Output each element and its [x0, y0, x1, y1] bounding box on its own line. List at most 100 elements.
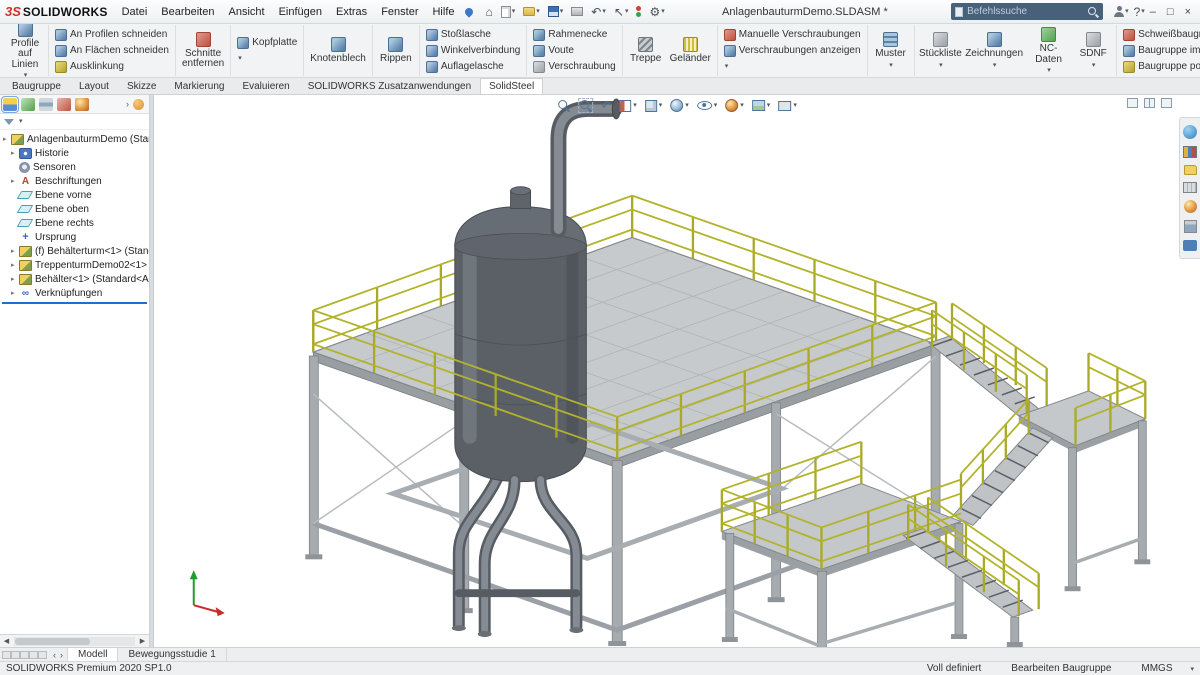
search-icon[interactable] — [1087, 6, 1099, 18]
menu-extras[interactable]: Extras — [329, 3, 374, 21]
view-palette-icon[interactable] — [1183, 182, 1197, 193]
tab-nav-prev-icon[interactable]: ‹ — [53, 650, 56, 660]
view-settings-button[interactable]: ▾ — [778, 101, 797, 111]
sdnf-button[interactable]: SDNF ▾ — [1074, 26, 1112, 75]
menu-ansicht[interactable]: Ansicht — [221, 3, 271, 21]
design-library-icon[interactable] — [1183, 146, 1197, 158]
close-button[interactable]: × — [1185, 6, 1191, 18]
menu-bearbeiten[interactable]: Bearbeiten — [154, 3, 221, 21]
ribs-button[interactable]: Rippen — [377, 26, 415, 75]
command-search[interactable] — [951, 3, 1103, 20]
options-button[interactable]: ⚙▾ — [647, 5, 666, 19]
bom-button[interactable]: Stückliste ▾ — [919, 26, 963, 75]
tab-layout[interactable]: Layout — [70, 78, 118, 94]
print-button[interactable] — [569, 6, 585, 17]
tree-item-ursprung[interactable]: +Ursprung — [0, 230, 149, 244]
tab-skizze[interactable]: Skizze — [118, 78, 165, 94]
graphics-viewport[interactable]: ↶ ▾ ▾ ▾ ▾ ▾ ▾ ▾ — [154, 95, 1200, 647]
forum-icon[interactable] — [1183, 240, 1197, 251]
pattern-button[interactable]: Muster ▾ — [872, 26, 910, 75]
expand-icon[interactable]: ▸ — [11, 177, 19, 185]
display-style-button[interactable]: ▾ — [670, 99, 689, 112]
tree-item-historie[interactable]: ▸Historie — [0, 146, 149, 160]
import-assembly-button[interactable]: Baugruppe importieren — [1121, 43, 1200, 59]
view-orientation-button[interactable]: ▾ — [645, 100, 663, 112]
tree-item-treppenturm[interactable]: ▸TreppenturmDemo02<1> (Standa — [0, 258, 149, 272]
remove-cuts-button[interactable]: Schnitte entfernen — [180, 26, 226, 75]
rebuild-button[interactable] — [634, 5, 643, 18]
scroll-right-icon[interactable]: ▶ — [136, 637, 149, 645]
weld-assemblies-button[interactable]: Schweißbaugruppen — [1121, 27, 1200, 43]
select-button[interactable]: ↖▾ — [612, 5, 631, 19]
apply-scene-button[interactable]: ▾ — [752, 100, 771, 111]
scrollbar-track[interactable] — [14, 637, 135, 646]
menu-hilfe[interactable]: Hilfe — [425, 3, 461, 21]
expand-icon[interactable]: ▸ — [11, 275, 19, 283]
scrollbar-thumb[interactable] — [15, 638, 90, 645]
panel-extra-tab-icon[interactable] — [133, 99, 144, 110]
nc-data-button[interactable]: NC-Daten ▾ — [1026, 26, 1071, 75]
search-input[interactable] — [967, 6, 1083, 17]
haunch-button[interactable]: Voute — [531, 43, 617, 59]
bolt-connection-button[interactable]: Verschraubung — [531, 59, 617, 75]
units-caret-icon[interactable]: ▾ — [1190, 665, 1194, 673]
expand-icon[interactable]: ▸ — [11, 247, 19, 255]
custom-properties-icon[interactable] — [1184, 220, 1197, 233]
viewport-3d-model[interactable] — [154, 95, 1200, 647]
tab-solidsteel[interactable]: SolidSteel — [480, 78, 543, 94]
tab-nav-next-icon[interactable]: › — [60, 650, 63, 660]
menu-datei[interactable]: Datei — [115, 3, 155, 21]
home-button[interactable]: ⌂ — [484, 5, 495, 19]
stairs-button[interactable]: Treppe — [627, 26, 665, 75]
bearing-strap-button[interactable]: Auflagelasche — [424, 59, 523, 75]
head-plate-menu[interactable]: ▾ — [235, 51, 299, 67]
tab-modell[interactable]: Modell — [67, 648, 118, 661]
maximize-button[interactable]: □ — [1167, 6, 1174, 18]
tab-baugruppe[interactable]: Baugruppe — [3, 78, 70, 94]
property-manager-tab-icon[interactable] — [21, 98, 35, 111]
tree-item-root[interactable]: ▸AnlagenbauturmDemo (Standard<An — [0, 132, 149, 146]
undo-button[interactable]: ↶▾ — [589, 5, 608, 19]
railing-button[interactable]: Geländer — [668, 26, 713, 75]
tree-item-sensoren[interactable]: Sensoren — [0, 160, 149, 174]
angle-joint-button[interactable]: Winkelverbindung — [424, 43, 523, 59]
position-assembly-button[interactable]: Baugruppe positionieren — [1121, 59, 1200, 75]
appearances-icon[interactable] — [1184, 200, 1197, 213]
split-view-icon[interactable] — [1144, 98, 1155, 108]
gusset-plate-button[interactable]: Knotenblech — [308, 26, 368, 75]
panel-horizontal-scrollbar[interactable]: ◀ ▶ — [0, 634, 149, 647]
expand-icon[interactable]: ▸ — [11, 261, 19, 269]
menu-fenster[interactable]: Fenster — [374, 3, 425, 21]
single-view-icon[interactable] — [1127, 98, 1138, 108]
configuration-manager-tab-icon[interactable] — [39, 98, 53, 111]
bolts-menu[interactable]: ▾ — [722, 59, 863, 75]
cut-at-faces-button[interactable]: An Flächen schneiden — [53, 43, 171, 59]
save-button[interactable]: ▾ — [546, 5, 566, 18]
tree-item-ebene-oben[interactable]: Ebene oben — [0, 202, 149, 216]
file-explorer-icon[interactable] — [1184, 165, 1197, 175]
tab-bewegungsstudie[interactable]: Bewegungsstudie 1 — [118, 648, 226, 661]
pin-icon[interactable] — [463, 6, 474, 17]
previous-view-button[interactable]: ↶ — [601, 100, 611, 112]
head-plate-button[interactable]: Kopfplatte — [235, 35, 299, 51]
hide-show-items-button[interactable]: ▾ — [697, 101, 718, 110]
four-view-icon[interactable] — [1161, 98, 1172, 108]
expand-icon[interactable]: ▸ — [11, 289, 19, 297]
profiles-on-lines-button[interactable]: Profile auf Linien ▾ — [6, 26, 44, 75]
expand-icon[interactable]: ▸ — [3, 135, 11, 143]
scroll-left-icon[interactable]: ◀ — [0, 637, 13, 645]
butt-strap-button[interactable]: Stoßlasche — [424, 27, 523, 43]
tree-filter[interactable]: ▾ — [0, 114, 149, 130]
new-document-button[interactable]: ▾ — [499, 5, 518, 19]
zoom-fit-button[interactable] — [557, 99, 570, 112]
tree-item-verknuepfungen[interactable]: ▸∞Verknüpfungen — [0, 286, 149, 300]
tab-markierung[interactable]: Markierung — [165, 78, 233, 94]
sw-resources-icon[interactable] — [1183, 125, 1197, 139]
section-view-button[interactable]: ▾ — [619, 100, 637, 112]
feature-tree-tab-icon[interactable] — [3, 98, 17, 111]
panel-tabs-overflow-icon[interactable]: › — [126, 99, 129, 109]
minimize-button[interactable]: – — [1150, 6, 1156, 18]
open-button[interactable]: ▾ — [521, 6, 542, 17]
tree-item-behaelter[interactable]: ▸Behälter<1> (Standard<Anzeigest — [0, 272, 149, 286]
units-selector[interactable]: MMGS — [1141, 663, 1172, 674]
